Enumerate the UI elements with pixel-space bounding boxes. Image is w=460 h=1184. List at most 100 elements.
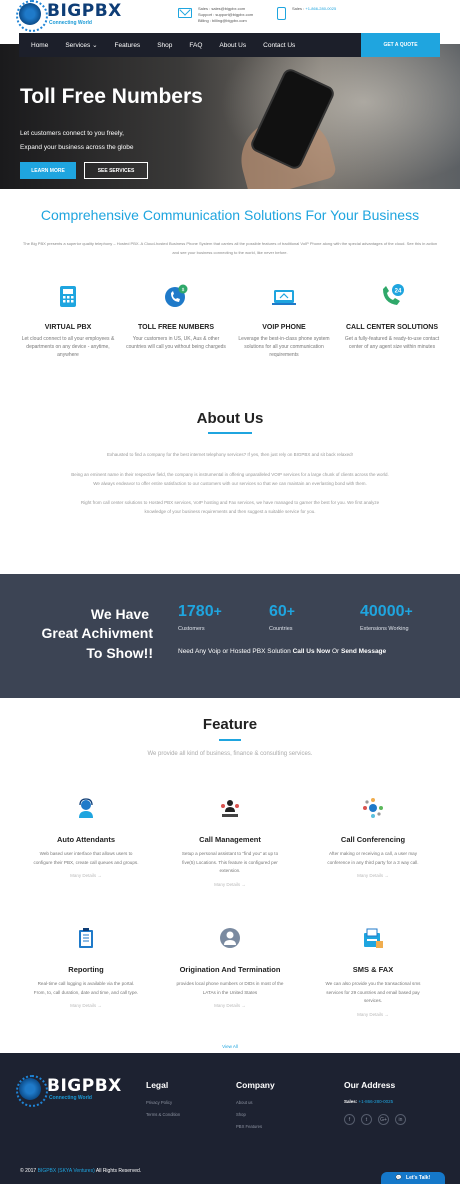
chat-widget-button[interactable]: 💬 Let's Talk! bbox=[381, 1172, 445, 1184]
copyright: © 2017 BIGPBX (SKYA Ventures) All Rights… bbox=[20, 1168, 141, 1174]
chat-label: Let's Talk! bbox=[406, 1175, 431, 1181]
feature-item-description: We can also provide you the transactiona… bbox=[325, 981, 421, 1003]
stat-countries-number: 60+ bbox=[269, 603, 295, 621]
logo-globe-icon bbox=[16, 0, 48, 32]
sales-phone-label: Sales : bbox=[292, 6, 305, 11]
feature-item-title: SMS & FAX bbox=[352, 965, 394, 974]
google-plus-icon[interactable]: G+ bbox=[378, 1114, 389, 1125]
stat-value: 1780 bbox=[178, 603, 214, 620]
nav-faq[interactable]: FAQ bbox=[189, 42, 202, 49]
copyright-brand-link[interactable]: BIGPBX (SKYA Ventures) bbox=[38, 1168, 95, 1174]
nav-shop[interactable]: Shop bbox=[157, 42, 172, 49]
footer-legal-title: Legal bbox=[146, 1080, 169, 1090]
feature-title: Feature bbox=[202, 716, 258, 733]
feature-more-link[interactable]: Many Details → bbox=[318, 873, 428, 878]
stat-value: 40000 bbox=[360, 603, 405, 620]
footer-sales-phone[interactable]: +1-866-280-0025 bbox=[359, 1099, 394, 1104]
feature-more-link[interactable]: Many Details → bbox=[175, 1003, 285, 1008]
service-title: TOLL FREE NUMBERS bbox=[138, 324, 214, 331]
achievement-cta: Need Any Voip or Hosted PBX Solution Cal… bbox=[178, 648, 386, 655]
footer-link-pbx-features[interactable]: PBX Features bbox=[236, 1124, 262, 1129]
stat-plus: + bbox=[286, 603, 295, 619]
cta-prefix: Need Any Voip or Hosted PBX Solution bbox=[178, 648, 291, 655]
footer-link-privacy[interactable]: Privacy Policy bbox=[146, 1100, 172, 1105]
call-conferencing-icon bbox=[363, 798, 383, 818]
footer-logo[interactable]: BIGPBX Connecting World bbox=[16, 1075, 122, 1107]
hero-line-1: Let customers connect to you freely, bbox=[20, 130, 124, 137]
copyright-suffix: All Rights Reserved. bbox=[95, 1168, 142, 1174]
call-management-icon bbox=[221, 800, 239, 817]
see-services-button[interactable]: SEE SERVICES bbox=[84, 162, 148, 179]
footer-sales: Sales: +1-866-280-0025 bbox=[344, 1099, 393, 1104]
stat-plus: + bbox=[404, 603, 413, 619]
service-voip-phone[interactable]: VOIP PHONE Leverage the best-in-class ph… bbox=[234, 283, 334, 359]
footer-link-about[interactable]: About us bbox=[236, 1100, 253, 1105]
auto-attendant-icon bbox=[79, 798, 93, 818]
get-a-quote-button[interactable]: GET A QUOTE bbox=[361, 33, 440, 57]
service-toll-free[interactable]: $ TOLL FREE NUMBERS Your customers in US… bbox=[126, 283, 226, 351]
top-bar: BIGPBX Connecting World Sales : sales@bi… bbox=[0, 0, 460, 32]
hero-title: Toll Free Numbers bbox=[20, 85, 203, 108]
svg-text:24: 24 bbox=[395, 289, 402, 295]
twitter-icon[interactable]: t bbox=[361, 1114, 372, 1125]
call-us-now-link[interactable]: Call Us Now bbox=[293, 648, 331, 655]
feature-item-title: Call Management bbox=[199, 835, 261, 844]
nav-features[interactable]: Features bbox=[115, 42, 141, 49]
feature-more-link[interactable]: Many Details → bbox=[175, 882, 285, 887]
view-all-link[interactable]: View All bbox=[0, 1044, 460, 1049]
service-description: Your customers in US, UK, Aus & other co… bbox=[126, 336, 226, 350]
about-title: About Us bbox=[196, 410, 264, 427]
achievement-heading-3: To Show!! bbox=[86, 645, 153, 661]
feature-origination-termination[interactable]: Origination And Termination provides loc… bbox=[175, 927, 285, 1008]
feature-item-title: Call Conferencing bbox=[340, 835, 406, 844]
feature-reporting[interactable]: Reporting Real-time call logging is avai… bbox=[31, 927, 141, 1008]
footer-link-shop[interactable]: Shop bbox=[236, 1112, 246, 1117]
linkedin-icon[interactable]: in bbox=[395, 1114, 406, 1125]
feature-more-link[interactable]: Many Details → bbox=[31, 873, 141, 878]
feature-auto-attendants[interactable]: Auto Attendants Web based user interface… bbox=[31, 797, 141, 878]
virtual-pbx-icon bbox=[60, 286, 76, 307]
feature-item-description: Real-time call logging is available via … bbox=[33, 981, 139, 995]
cta-or: Or bbox=[331, 648, 340, 655]
main-nav: Home Services ⌄ Features Shop FAQ About … bbox=[19, 33, 440, 57]
sales-phone[interactable]: +1-866-280-0025 bbox=[305, 6, 336, 11]
sms-fax-icon bbox=[364, 928, 383, 948]
hero-line-2: Expand your business across the globe bbox=[20, 144, 134, 151]
logo[interactable]: BIGPBX Connecting World bbox=[16, 0, 122, 32]
feature-more-link[interactable]: Many Details → bbox=[31, 1003, 141, 1008]
feature-item-title: Origination And Termination bbox=[179, 965, 281, 974]
about-paragraph-1: Exhausted to find a company for the best… bbox=[107, 452, 353, 457]
nav-contact-us[interactable]: Contact Us bbox=[263, 42, 295, 49]
nav-home[interactable]: Home bbox=[31, 42, 48, 49]
feature-underline bbox=[219, 739, 241, 741]
copyright-prefix: © 2017 bbox=[20, 1168, 37, 1174]
service-title: VOIP PHONE bbox=[262, 324, 306, 331]
service-virtual-pbx[interactable]: VIRTUAL PBX Let cloud connect to all you… bbox=[18, 283, 118, 359]
feature-more-link[interactable]: Many Details → bbox=[318, 1012, 428, 1017]
service-description: Leverage the best-in-class phone system … bbox=[238, 336, 330, 358]
feature-item-title: Reporting bbox=[68, 965, 104, 974]
footer-link-terms[interactable]: Terms & Condition bbox=[146, 1112, 180, 1117]
footer-logo-globe-icon bbox=[16, 1075, 48, 1107]
send-message-link[interactable]: Send Message bbox=[341, 648, 386, 655]
about-paragraph-3b: knowledge of your business requirements … bbox=[144, 509, 316, 514]
achievement-heading-1: We Have bbox=[90, 606, 149, 622]
phone-contact: Sales : +1-866-280-0025 bbox=[292, 6, 336, 12]
feature-call-management[interactable]: Call Management Setup a personal assista… bbox=[175, 797, 285, 887]
service-call-center[interactable]: 24 CALL CENTER SOLUTIONS Get a fully-fea… bbox=[342, 283, 442, 351]
toll-free-icon: $ bbox=[165, 284, 188, 307]
nav-services[interactable]: Services ⌄ bbox=[65, 41, 97, 49]
nav-about-us[interactable]: About Us bbox=[219, 42, 246, 49]
feature-sms-fax[interactable]: SMS & FAX We can also provide you the tr… bbox=[318, 927, 428, 1017]
footer-sales-label: Sales: bbox=[344, 1099, 358, 1104]
facebook-icon[interactable]: f bbox=[344, 1114, 355, 1125]
service-title: VIRTUAL PBX bbox=[44, 324, 92, 331]
footer bbox=[0, 1053, 460, 1184]
stat-extensions-label: Extensions Working bbox=[360, 626, 409, 632]
footer-address-title: Our Address bbox=[344, 1080, 396, 1090]
billing-email[interactable]: Billing : billing@bigpbx.com bbox=[198, 18, 253, 24]
feature-item-title: Auto Attendants bbox=[56, 835, 116, 844]
learn-more-button[interactable]: LEARN MORE bbox=[20, 162, 76, 179]
about-paragraph-2b: We always endeavor to offer entire satis… bbox=[93, 481, 367, 486]
feature-call-conferencing[interactable]: Call Conferencing After making or receiv… bbox=[318, 797, 428, 878]
